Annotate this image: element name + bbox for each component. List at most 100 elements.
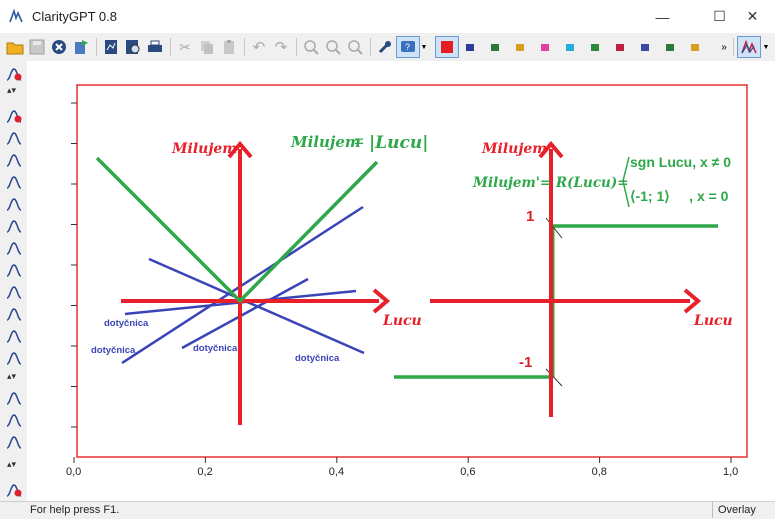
help-dropdown[interactable]: ▼ bbox=[419, 37, 429, 57]
close-file-button[interactable] bbox=[49, 37, 69, 57]
peak-button-14[interactable] bbox=[5, 433, 23, 451]
help-icon: ? bbox=[401, 41, 415, 52]
color-swatch-button[interactable] bbox=[635, 37, 655, 57]
minimize-icon: — bbox=[655, 8, 670, 25]
collapse-icon: ▴▾ bbox=[7, 85, 17, 95]
color-swatch-button[interactable] bbox=[685, 37, 705, 57]
minimize-button[interactable]: — bbox=[640, 0, 685, 33]
color-swatch-icon bbox=[566, 43, 574, 51]
cut-button[interactable]: ✂ bbox=[175, 37, 195, 57]
overlay-dropdown[interactable]: ▼ bbox=[761, 37, 771, 57]
export-icon bbox=[75, 40, 88, 54]
print-preview-button[interactable] bbox=[123, 37, 143, 57]
more-button[interactable]: » bbox=[718, 37, 730, 57]
peak-delete-button[interactable] bbox=[5, 107, 23, 125]
close-button[interactable]: ✕ bbox=[730, 0, 775, 33]
collapse-icon: ▴▾ bbox=[7, 459, 17, 469]
tool-calibrate-button[interactable] bbox=[5, 481, 23, 499]
collapse-button[interactable]: ▴▾ bbox=[7, 371, 16, 382]
tangent-label: dotyčnica bbox=[193, 343, 238, 354]
report-icon bbox=[105, 40, 117, 54]
peak-button-6[interactable] bbox=[5, 239, 23, 257]
peak-button-3[interactable] bbox=[5, 173, 23, 191]
peak-button-9[interactable] bbox=[5, 305, 23, 323]
help-button[interactable]: ? bbox=[396, 36, 420, 58]
collapse-button[interactable]: ▴▾ bbox=[7, 459, 16, 470]
case1-text: sgn Lucu, x ≠ 0 bbox=[630, 154, 731, 170]
left-x-label: Lucu bbox=[382, 313, 422, 329]
copy-button[interactable] bbox=[197, 37, 217, 57]
peak-button-5[interactable] bbox=[5, 217, 23, 235]
color-swatch-button[interactable] bbox=[535, 37, 555, 57]
toolbar: ✂ ↶ ↷ ? ▼ » ▼ bbox=[0, 33, 775, 62]
function-label-lhs: Milujem bbox=[290, 133, 361, 151]
color-red-button[interactable] bbox=[435, 36, 459, 58]
right-x-label: Lucu bbox=[693, 313, 733, 329]
undo-button[interactable]: ↶ bbox=[249, 37, 269, 57]
tool-calibrate-icon bbox=[6, 484, 22, 497]
peak-button-12[interactable] bbox=[5, 389, 23, 407]
export-button[interactable] bbox=[71, 37, 91, 57]
svg-text:=: = bbox=[354, 132, 364, 151]
overlay-button[interactable] bbox=[737, 36, 761, 58]
peak-icon-14 bbox=[6, 436, 22, 449]
x-axis: 0,0 0,2 0,4 0,6 0,8 1,0 bbox=[66, 457, 738, 478]
collapse-icon: ▴▾ bbox=[7, 371, 17, 381]
color-swatch-button[interactable] bbox=[585, 37, 605, 57]
tool-calibrate-button[interactable] bbox=[5, 65, 23, 83]
color-swatch-button[interactable] bbox=[510, 37, 530, 57]
settings-button[interactable] bbox=[375, 37, 395, 57]
color-swatch-button[interactable] bbox=[460, 37, 480, 57]
peak-button-10[interactable] bbox=[5, 327, 23, 345]
peak-button-7[interactable] bbox=[5, 261, 23, 279]
peak-button-2[interactable] bbox=[5, 151, 23, 169]
peak-icon-7 bbox=[6, 264, 22, 277]
x-tick-label: 1,0 bbox=[723, 466, 738, 478]
color-swatch-icon bbox=[666, 43, 674, 51]
overlay-chart-icon bbox=[741, 39, 757, 54]
case2-text: ⟨-1; 1⟩ , x = 0 bbox=[630, 188, 729, 204]
save-icon bbox=[29, 39, 45, 55]
peak-button-1[interactable] bbox=[5, 129, 23, 147]
peak-button-4[interactable] bbox=[5, 195, 23, 213]
x-tick-label: 0,2 bbox=[197, 466, 212, 478]
peak-icon-3 bbox=[6, 176, 22, 189]
svg-text:?: ? bbox=[405, 42, 410, 52]
x-tick-label: 0,4 bbox=[329, 466, 344, 478]
print-icon bbox=[148, 40, 162, 52]
color-swatch-icon bbox=[616, 43, 624, 51]
color-swatch-icon bbox=[466, 43, 474, 51]
peak-button-13[interactable] bbox=[5, 411, 23, 429]
open-button[interactable] bbox=[5, 37, 25, 57]
zoom-out-button[interactable] bbox=[345, 37, 365, 57]
peak-delete-icon bbox=[6, 110, 22, 123]
print-button[interactable] bbox=[145, 37, 165, 57]
paste-button[interactable] bbox=[219, 37, 239, 57]
color-swatch-icon bbox=[516, 43, 524, 51]
status-bar: For help press F1. Overlay bbox=[0, 501, 775, 519]
wrench-icon bbox=[378, 41, 391, 54]
integration-sidebar: ▴▾ ▴▾ ▴▾ bbox=[0, 61, 28, 501]
report-button[interactable] bbox=[101, 37, 121, 57]
x-tick-label: 0,6 bbox=[460, 466, 475, 478]
color-swatch-button[interactable] bbox=[485, 37, 505, 57]
color-swatch-icon bbox=[691, 43, 699, 51]
collapse-button[interactable]: ▴▾ bbox=[7, 85, 16, 96]
peak-button-11[interactable] bbox=[5, 349, 23, 367]
zoom-area-button[interactable] bbox=[323, 37, 343, 57]
peak-icon-9 bbox=[6, 308, 22, 321]
color-swatch-button[interactable] bbox=[610, 37, 630, 57]
title-bar: ClarityGPT 0.8 — ☐ ✕ bbox=[0, 0, 775, 34]
close-file-icon bbox=[52, 40, 66, 54]
color-red-icon bbox=[441, 41, 453, 53]
redo-button[interactable]: ↷ bbox=[271, 37, 291, 57]
peak-icon-5 bbox=[6, 220, 22, 233]
zoom-in-button[interactable] bbox=[301, 37, 321, 57]
color-swatch-button[interactable] bbox=[660, 37, 680, 57]
save-button[interactable] bbox=[27, 37, 47, 57]
peak-button-8[interactable] bbox=[5, 283, 23, 301]
window-title: ClarityGPT 0.8 bbox=[32, 9, 118, 24]
color-swatch-button[interactable] bbox=[560, 37, 580, 57]
tangent-label: dotyčnica bbox=[295, 353, 340, 364]
value-minus-one-label: -1 bbox=[519, 354, 532, 371]
